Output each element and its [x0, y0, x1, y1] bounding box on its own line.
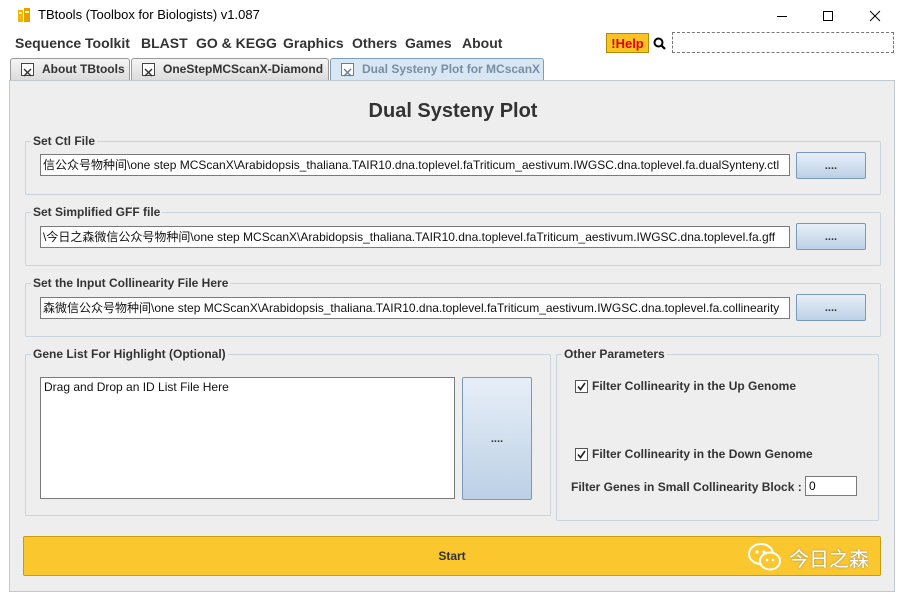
tab-close-icon[interactable] — [21, 63, 34, 77]
menu-sequence-toolkit[interactable]: Sequence Toolkit — [15, 35, 130, 51]
maximize-icon — [823, 10, 833, 21]
other-parameters-title: Other Parameters — [562, 347, 667, 361]
gene-list-group: Gene List For Highlight (Optional) Drag … — [25, 347, 551, 516]
other-parameters-group: Other Parameters Filter Collinearity in … — [556, 347, 879, 521]
title-bar: TBtools (Toolbox for Biologists) v1.087 — [0, 0, 905, 31]
collinearity-browse-button[interactable]: .... — [796, 294, 866, 321]
gff-file-title: Set Simplified GFF file — [31, 205, 163, 219]
menu-graphics[interactable]: Graphics — [283, 35, 344, 51]
search-input[interactable] — [672, 32, 894, 53]
tab-label: Dual Systeny Plot for MCscanX — [362, 62, 541, 76]
main-panel: Dual Systeny Plot Set Ctl File 信公众号物种间\o… — [9, 80, 895, 592]
collinearity-file-group: Set the Input Collinearity File Here 森微信… — [25, 276, 881, 337]
menu-blast[interactable]: BLAST — [141, 35, 188, 51]
gff-browse-button[interactable]: .... — [796, 223, 866, 250]
ctl-browse-button[interactable]: .... — [796, 152, 866, 179]
menu-go-kegg[interactable]: GO & KEGG — [196, 35, 277, 51]
filter-down-genome-checkbox[interactable]: Filter Collinearity in the Down Genome — [575, 447, 813, 461]
menu-about[interactable]: About — [462, 35, 502, 51]
small-block-label: Filter Genes in Small Collinearity Block… — [571, 480, 802, 494]
tab-strip: About TBtools OneStepMCScanX-Diamond Dua… — [0, 56, 905, 81]
tab-label: About TBtools — [42, 62, 125, 76]
checkbox-checked-icon — [575, 379, 588, 393]
gff-file-group: Set Simplified GFF file \今日之森微信公众号物种间\on… — [25, 205, 881, 266]
watermark-text: 今日之森 — [789, 548, 869, 571]
tab-close-icon[interactable] — [341, 63, 354, 77]
small-block-input[interactable]: 0 — [805, 476, 857, 496]
gene-list-browse-button[interactable]: .... — [462, 377, 532, 500]
ctl-file-group: Set Ctl File 信公众号物种间\one step MCScanX\Ar… — [25, 134, 881, 195]
window-title: TBtools (Toolbox for Biologists) v1.087 — [38, 7, 260, 22]
collinearity-file-title: Set the Input Collinearity File Here — [31, 276, 231, 290]
page-title: Dual Systeny Plot — [368, 100, 538, 122]
wechat-icon — [748, 543, 781, 571]
close-button[interactable] — [852, 0, 898, 31]
maximize-button[interactable] — [805, 0, 851, 31]
close-icon — [869, 10, 881, 21]
tab-dual-systeny-plot[interactable]: Dual Systeny Plot for MCscanX — [330, 58, 544, 81]
menu-others[interactable]: Others — [352, 35, 397, 51]
gene-list-title: Gene List For Highlight (Optional) — [31, 347, 228, 361]
tab-close-icon[interactable] — [142, 63, 155, 77]
filter-down-genome-label: Filter Collinearity in the Down Genome — [592, 447, 813, 461]
tab-about-tbtools[interactable]: About TBtools — [10, 58, 130, 80]
collinearity-file-input[interactable]: 森微信公众号物种间\one step MCScanX\Arabidopsis_t… — [40, 297, 790, 319]
ctl-file-title: Set Ctl File — [31, 134, 98, 148]
help-button[interactable]: !Help — [606, 33, 649, 53]
search-icon[interactable] — [653, 37, 666, 50]
minimize-button[interactable] — [759, 0, 805, 31]
gff-file-input[interactable]: \今日之森微信公众号物种间\one step MCScanX\Arabidops… — [40, 226, 790, 248]
tab-onestep-mcscanx-diamond[interactable]: OneStepMCScanX-Diamond — [131, 58, 329, 80]
tbtools-logo-icon — [18, 8, 30, 22]
tab-label: OneStepMCScanX-Diamond — [163, 62, 324, 76]
checkbox-checked-icon — [575, 447, 588, 461]
gene-list-drop-area[interactable]: Drag and Drop an ID List File Here — [40, 377, 455, 499]
ctl-file-input[interactable]: 信公众号物种间\one step MCScanX\Arabidopsis_tha… — [40, 154, 790, 176]
menu-games[interactable]: Games — [405, 35, 452, 51]
filter-up-genome-checkbox[interactable]: Filter Collinearity in the Up Genome — [575, 379, 796, 393]
filter-up-genome-label: Filter Collinearity in the Up Genome — [592, 379, 797, 393]
watermark: 今日之森 — [747, 542, 869, 572]
minimize-icon — [777, 15, 787, 17]
